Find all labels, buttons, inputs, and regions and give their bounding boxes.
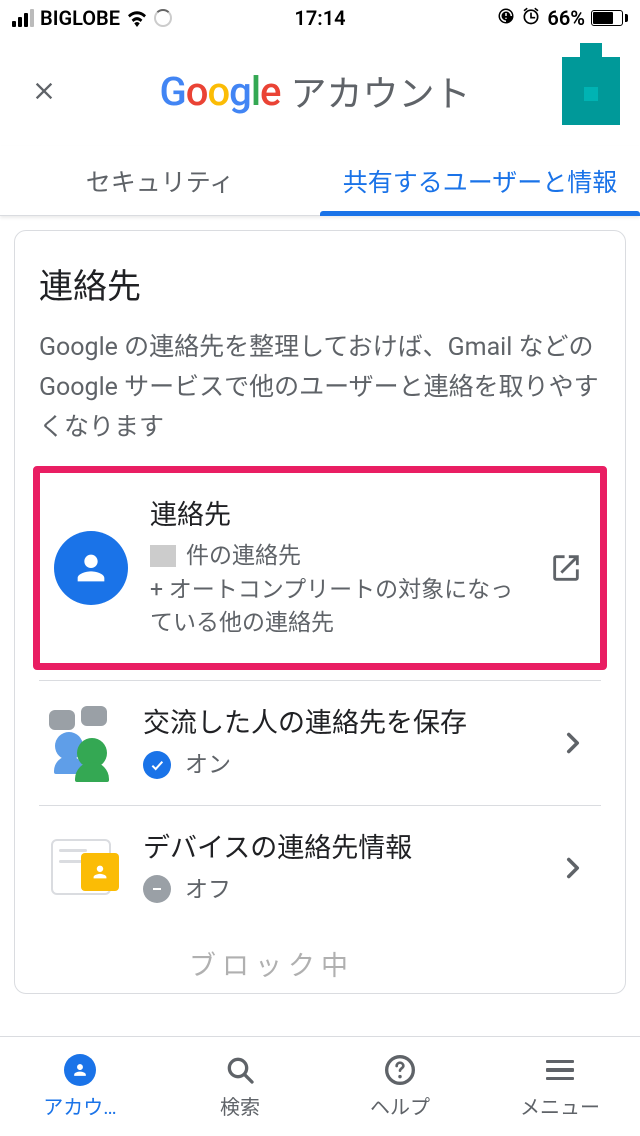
nav-label: 検索 <box>220 1091 260 1120</box>
header-account-label: アカウント <box>290 65 470 117</box>
item-title: デバイスの連絡先情報 <box>143 830 531 866</box>
nav-menu[interactable]: メニュー <box>480 1037 640 1136</box>
status-off-icon <box>143 875 171 903</box>
account-icon <box>63 1053 97 1087</box>
menu-icon <box>543 1053 577 1087</box>
status-bar: BIGLOBE 17:14 66% <box>0 0 640 36</box>
nav-search[interactable]: 検索 <box>160 1037 320 1136</box>
contacts-icon <box>54 531 128 605</box>
tab-bar: セキュリティ 共有するユーザーと情報 <box>0 146 640 216</box>
cellular-signal-icon <box>12 9 34 27</box>
header-title: Google アカウント <box>88 65 542 117</box>
partial-next-item: ブロック中 <box>39 930 601 983</box>
card-description: Google の連絡先を整理しておけば、Gmail などの Google サービ… <box>39 328 601 448</box>
orientation-lock-icon <box>497 6 515 30</box>
item-status: オフ <box>143 873 531 906</box>
item-status: オン <box>143 748 531 781</box>
app-header: Google アカウント <box>0 36 640 146</box>
avatar-icon[interactable] <box>562 57 620 125</box>
carrier-label: BIGLOBE <box>40 6 120 30</box>
loading-icon <box>154 9 172 27</box>
alarm-icon <box>521 6 541 31</box>
clock: 17:14 <box>294 6 345 30</box>
item-title: 連絡先 <box>150 497 524 533</box>
device-contacts-icon <box>47 831 121 905</box>
nav-label: ヘルプ <box>370 1091 430 1120</box>
contacts-item[interactable]: 連絡先 件の連絡先 + オートコンプリートの対象になっている他の連絡先 <box>33 466 607 670</box>
tab-people-sharing[interactable]: 共有するユーザーと情報 <box>320 146 640 215</box>
item-title: 交流した人の連絡先を保存 <box>143 705 531 741</box>
search-icon <box>223 1053 257 1087</box>
chevron-right-icon <box>553 726 593 760</box>
item-subtitle: 件の連絡先 + オートコンプリートの対象になっている他の連絡先 <box>150 539 524 639</box>
interactions-icon <box>47 706 121 780</box>
redacted-count <box>150 545 176 567</box>
battery-percent: 66% <box>547 6 585 30</box>
bottom-nav: アカウ… 検索 ヘルプ メニュー <box>0 1036 640 1136</box>
nav-account[interactable]: アカウ… <box>0 1037 160 1136</box>
main-content: 連絡先 Google の連絡先を整理しておけば、Gmail などの Google… <box>0 216 640 1008</box>
nav-help[interactable]: ヘルプ <box>320 1037 480 1136</box>
nav-label: アカウ… <box>43 1091 116 1120</box>
wifi-icon <box>126 9 148 27</box>
close-button[interactable] <box>20 67 68 115</box>
chevron-right-icon <box>553 851 593 885</box>
nav-label: メニュー <box>520 1091 600 1120</box>
save-interacted-contacts-item[interactable]: 交流した人の連絡先を保存 オン <box>39 680 601 805</box>
google-logo: Google <box>160 68 281 115</box>
tab-label: 共有するユーザーと情報 <box>343 163 618 199</box>
battery-icon <box>591 10 628 26</box>
device-contacts-item[interactable]: デバイスの連絡先情報 オフ <box>39 805 601 930</box>
help-icon <box>383 1053 417 1087</box>
status-on-icon <box>143 751 171 779</box>
card-title: 連絡先 <box>39 259 601 308</box>
tab-label: セキュリティ <box>86 163 235 199</box>
tab-security[interactable]: セキュリティ <box>0 146 320 215</box>
external-link-icon <box>546 551 586 585</box>
contacts-card: 連絡先 Google の連絡先を整理しておけば、Gmail などの Google… <box>14 230 626 994</box>
